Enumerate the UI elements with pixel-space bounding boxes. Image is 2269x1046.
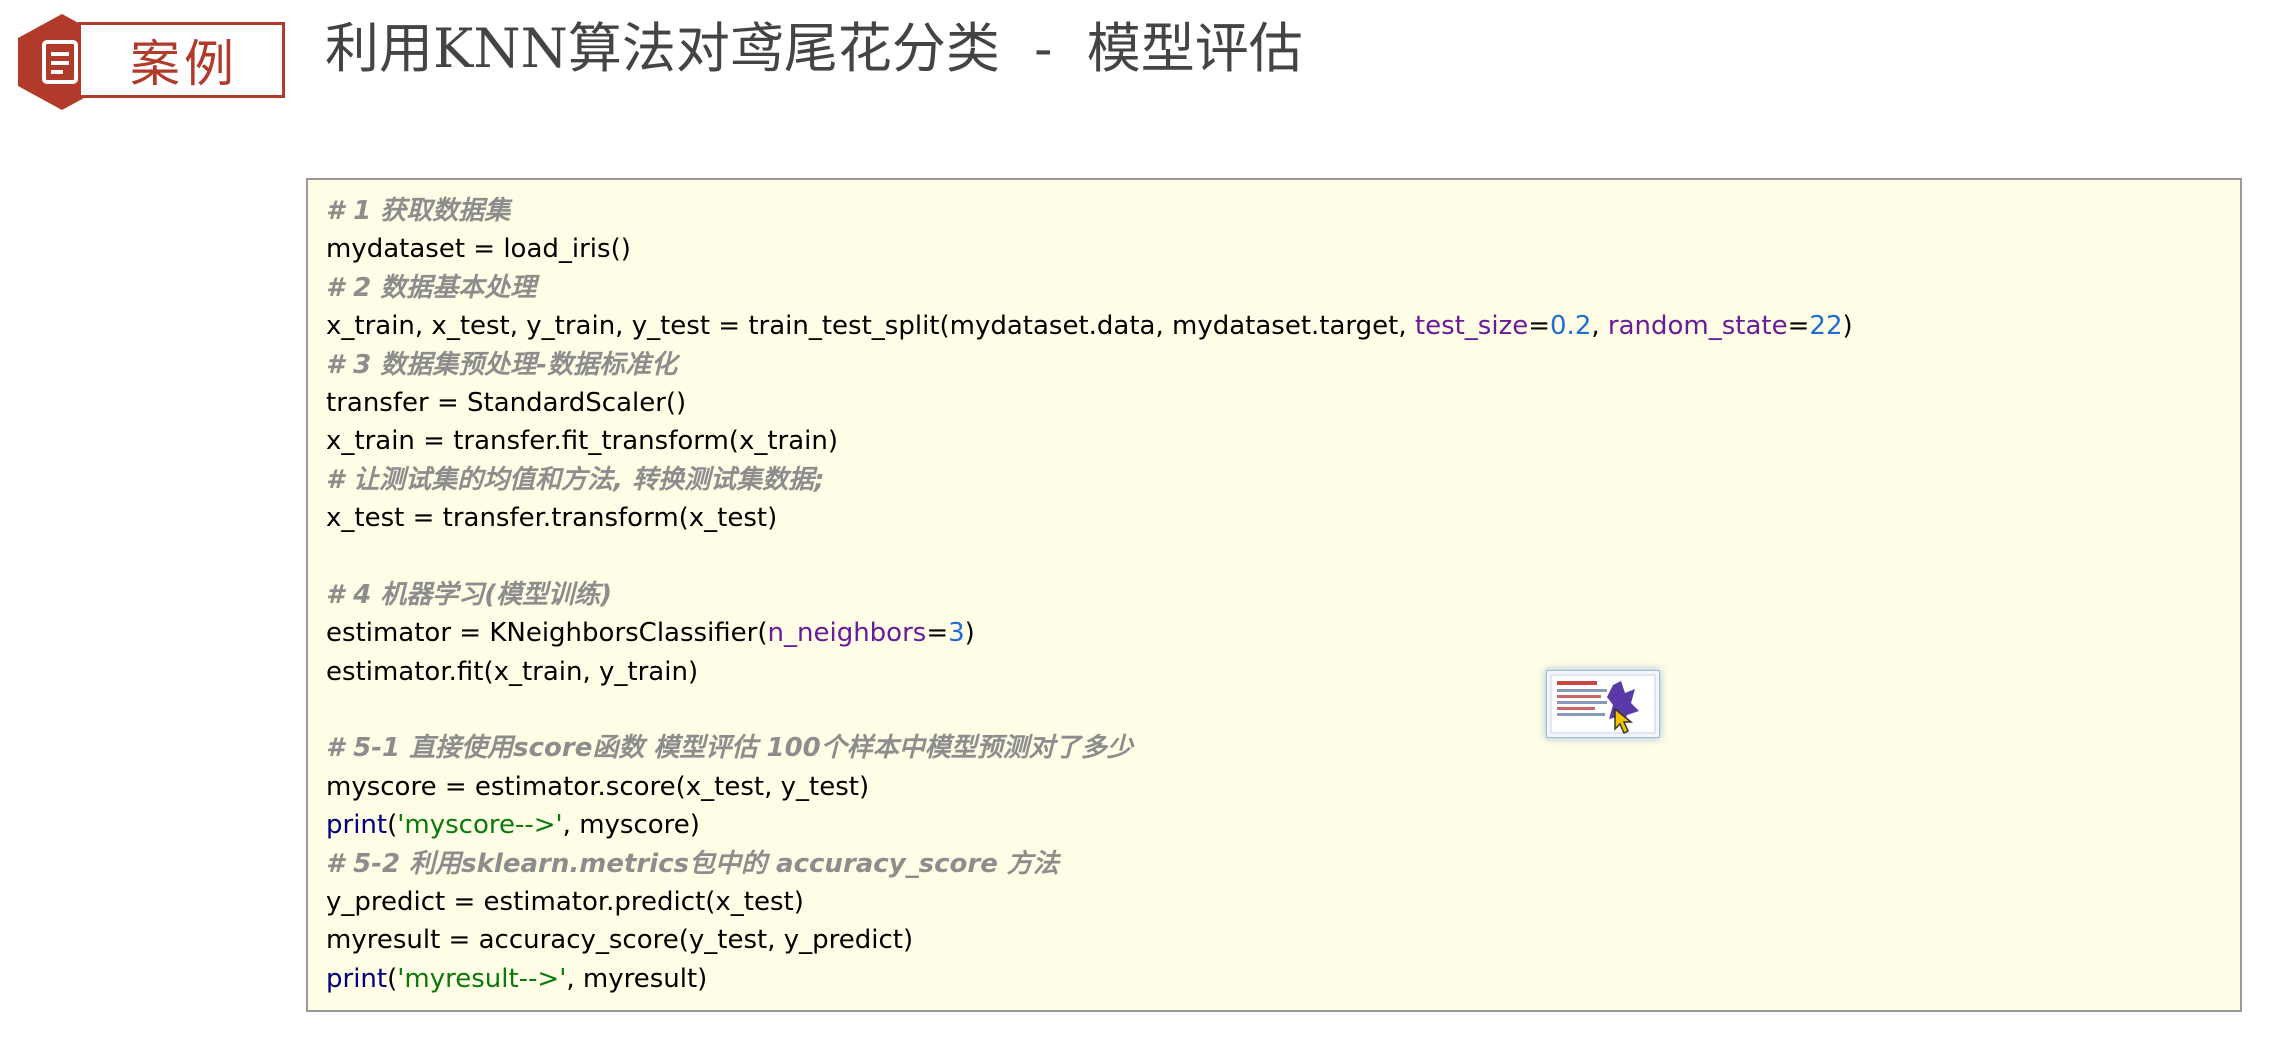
number-literal: 22: [1809, 311, 1843, 342]
string-literal: 'myscore-->': [397, 810, 563, 841]
code-line: mydataset = load_iris(): [326, 234, 631, 265]
number-literal: 0.2: [1550, 311, 1592, 342]
code-line: transfer = StandardScaler(): [326, 387, 687, 418]
code-text: (: [387, 810, 398, 841]
code-text: (: [387, 963, 398, 994]
builtin-function: print: [326, 810, 388, 841]
code-comment: # 让测试集的均值和方法, 转换测试集数据;: [326, 464, 825, 495]
string-literal: 'myresult-->': [397, 963, 567, 994]
keyword-argument: random_state: [1607, 311, 1788, 342]
builtin-function: print: [326, 963, 388, 994]
code-text: ): [964, 618, 975, 649]
code-line: estimator = KNeighborsClassifier(n_neigh…: [326, 614, 2224, 652]
slide-thumbnail-icon: [1550, 674, 1656, 734]
code-line: x_train = transfer.fit_transform(x_train…: [326, 426, 839, 457]
code-line: myscore = estimator.score(x_test, y_test…: [326, 771, 870, 802]
code-text: =: [926, 618, 949, 649]
code-text: ): [1842, 311, 1853, 342]
code-text: estimator = KNeighborsClassifier(: [326, 618, 768, 649]
keyword-argument: test_size: [1414, 311, 1529, 342]
code-comment: # 3 数据集预处理-数据标准化: [326, 349, 678, 380]
slide-thumbnail[interactable]: [1546, 670, 1660, 738]
code-line: print('myscore-->', myscore): [326, 806, 2224, 844]
code-text: , myresult): [566, 963, 708, 994]
code-comment: # 4 机器学习(模型训练): [326, 579, 613, 610]
code-text: ,: [1591, 311, 1608, 342]
code-comment: # 5-2 利用sklearn.metrics包中的 accuracy_scor…: [326, 848, 1059, 879]
case-badge: 案例: [18, 14, 285, 110]
code-comment: # 1 获取数据集: [326, 196, 511, 226]
keyword-argument: n_neighbors: [767, 618, 927, 649]
code-text: x_train, x_test, y_train, y_test = train…: [326, 311, 1415, 342]
code-line: print('myresult-->', myresult): [326, 960, 2224, 998]
code-block: # 1 获取数据集 mydataset = load_iris() # 2 数据…: [306, 178, 2242, 1012]
code-line: x_test = transfer.transform(x_test): [326, 503, 778, 534]
code-comment: # 2 数据基本处理: [326, 272, 537, 303]
code-line: y_predict = estimator.predict(x_test): [326, 887, 804, 918]
slide-title: 利用KNN算法对鸢尾花分类 - 模型评估: [325, 17, 1303, 80]
code-line: estimator.fit(x_train, y_train): [326, 656, 699, 687]
code-line: myresult = accuracy_score(y_test, y_pred…: [326, 925, 914, 956]
code-text: =: [1787, 311, 1810, 342]
badge-label: 案例: [130, 35, 238, 93]
code-line: x_train, x_test, y_train, y_test = train…: [326, 307, 2224, 345]
code-text: , myscore): [562, 810, 700, 841]
code-comment: # 5-1 直接使用score函数 模型评估 100个样本中模型预测对了多少: [326, 733, 1133, 764]
number-literal: 3: [948, 618, 965, 649]
pointer-cursor-icon: [1614, 707, 1634, 735]
code-text: =: [1528, 311, 1551, 342]
